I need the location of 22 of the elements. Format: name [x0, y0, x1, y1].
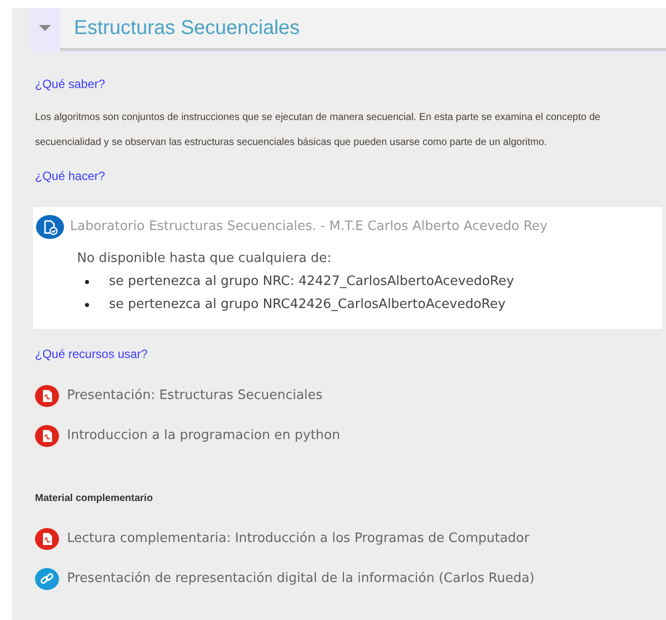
- subsection-heading: Material complementario: [35, 492, 154, 506]
- activity-link[interactable]: Laboratorio Estructuras Secuenciales. - M.T.E Carlos Alberto Acevedo Rey: [70, 217, 548, 237]
- pdf-icon: [35, 425, 59, 447]
- assignment-icon: [36, 215, 64, 239]
- restriction-text: No disponible hasta que cualquiera de:: [77, 250, 332, 268]
- resource-link[interactable]: Introduccion a la programacion en python: [67, 426, 340, 446]
- section-heading: ¿Qué saber?: [35, 76, 106, 93]
- pdf-icon: [35, 528, 59, 550]
- link-icon: [35, 568, 59, 590]
- resource-link[interactable]: Presentación de representación digital de la información (Carlos Rueda): [67, 569, 534, 589]
- resource-link[interactable]: Presentación: Estructuras Secuenciales: [67, 386, 323, 406]
- bullet-icon: [85, 280, 89, 284]
- description-text: Los algoritmos son conjuntos de instrucciones que se ejecutan de manera secuencial. En esta parte se examina el concepto de secuencialidad y se observan las estructuras secuenciales básicas que pueden usarse como parte de un algoritmo.: [35, 111, 602, 150]
- pdf-icon: [35, 385, 59, 407]
- restriction-condition: se pertenezca al grupo NRC: 42427_CarlosAlbertoAcevedoRey: [109, 273, 514, 292]
- restriction-condition: se pertenezca al grupo NRC42426_CarlosAlbertoAcevedoRey: [109, 296, 506, 314]
- section-heading: ¿Qué recursos usar?: [35, 346, 149, 363]
- resource-link[interactable]: Lectura complementaria: Introducción a los Programas de Computador: [67, 529, 530, 549]
- section-heading: ¿Qué hacer?: [35, 168, 106, 185]
- section-title: Estructuras Secuenciales: [60, 8, 666, 48]
- bullet-icon: [85, 303, 89, 307]
- caret-icon: [39, 25, 51, 31]
